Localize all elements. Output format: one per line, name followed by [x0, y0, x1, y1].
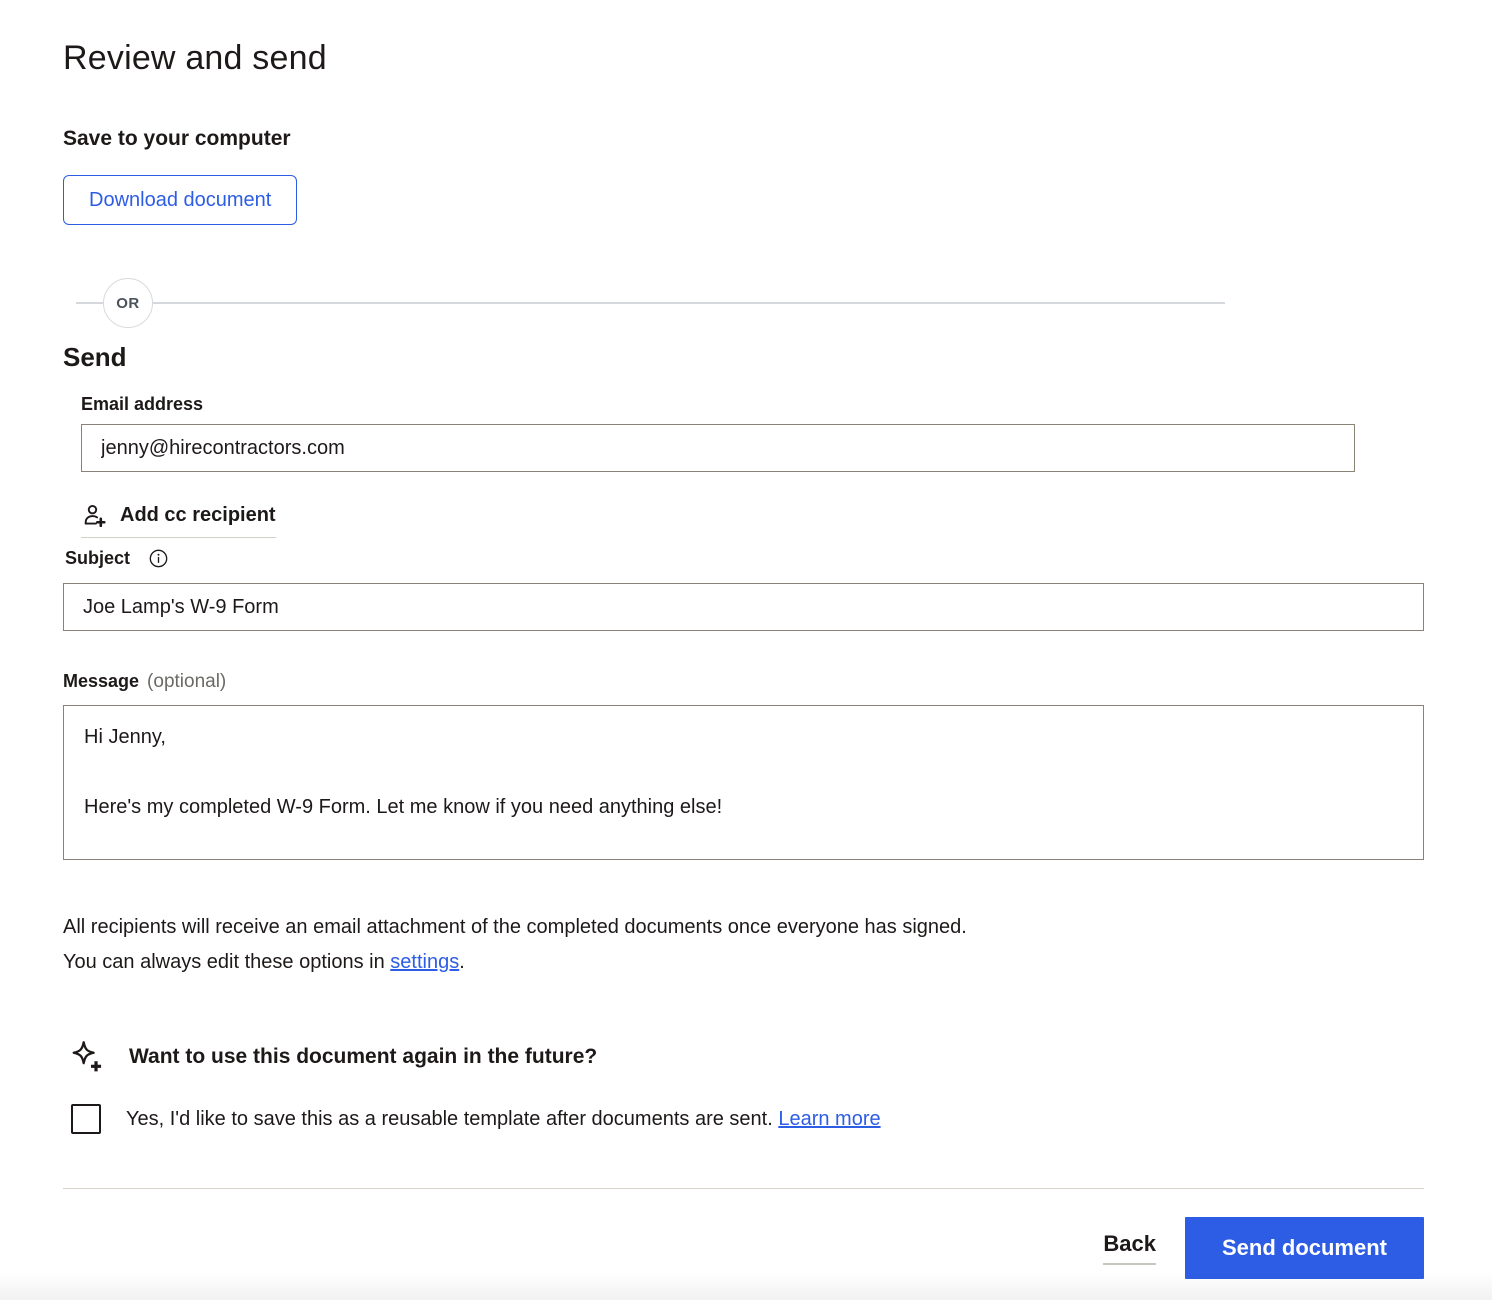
- footer-actions: Back Send document: [63, 1217, 1424, 1279]
- save-template-row: Yes, I'd like to save this as a reusable…: [71, 1104, 1424, 1134]
- send-heading: Send: [63, 341, 1424, 373]
- recipients-notice-text: All recipients will receive an email att…: [63, 916, 967, 973]
- recipients-notice-period: .: [459, 951, 465, 973]
- sparkle-plus-icon: [68, 1038, 106, 1076]
- or-divider-line-left: [76, 302, 103, 304]
- recipients-notice: All recipients will receive an email att…: [63, 910, 998, 980]
- or-divider: OR: [76, 278, 1225, 328]
- or-badge: OR: [103, 278, 153, 328]
- or-divider-line-right: [153, 302, 1225, 304]
- info-icon[interactable]: [149, 549, 168, 568]
- add-cc-recipient-button[interactable]: Add cc recipient: [81, 502, 276, 538]
- template-section: Want to use this document again in the f…: [63, 1038, 1424, 1134]
- send-section: Send Email address Add cc recipient Subj…: [63, 341, 1424, 980]
- page-title: Review and send: [63, 38, 1424, 78]
- message-label-row: Message (optional): [63, 670, 1424, 693]
- save-heading: Save to your computer: [63, 126, 1424, 152]
- email-input[interactable]: [81, 424, 1355, 472]
- review-and-send-page: Review and send Save to your computer Do…: [0, 0, 1492, 1279]
- save-template-label: Yes, I'd like to save this as a reusable…: [126, 1105, 881, 1133]
- person-plus-icon: [81, 502, 108, 529]
- subject-label: Subject: [65, 547, 130, 569]
- add-cc-recipient-label: Add cc recipient: [120, 504, 276, 527]
- message-label: Message: [63, 670, 139, 692]
- save-template-checkbox[interactable]: [71, 1104, 101, 1134]
- template-heading-row: Want to use this document again in the f…: [68, 1038, 1424, 1076]
- email-field-group: Email address: [81, 393, 1424, 472]
- message-optional-label: (optional): [147, 671, 226, 693]
- footer-divider: [63, 1188, 1424, 1189]
- template-question-heading: Want to use this document again in the f…: [129, 1045, 597, 1069]
- back-button[interactable]: Back: [1103, 1231, 1156, 1265]
- settings-link[interactable]: settings: [390, 951, 459, 973]
- learn-more-link[interactable]: Learn more: [778, 1108, 880, 1130]
- download-document-button[interactable]: Download document: [63, 175, 297, 225]
- subject-input[interactable]: [63, 583, 1424, 631]
- save-template-label-text: Yes, I'd like to save this as a reusable…: [126, 1108, 778, 1130]
- message-textarea[interactable]: Hi Jenny, Here's my completed W-9 Form. …: [63, 705, 1424, 860]
- save-section: Save to your computer Download document: [63, 126, 1424, 225]
- email-label: Email address: [81, 393, 1424, 415]
- subject-label-row: Subject: [65, 547, 1424, 569]
- send-document-button[interactable]: Send document: [1185, 1217, 1424, 1279]
